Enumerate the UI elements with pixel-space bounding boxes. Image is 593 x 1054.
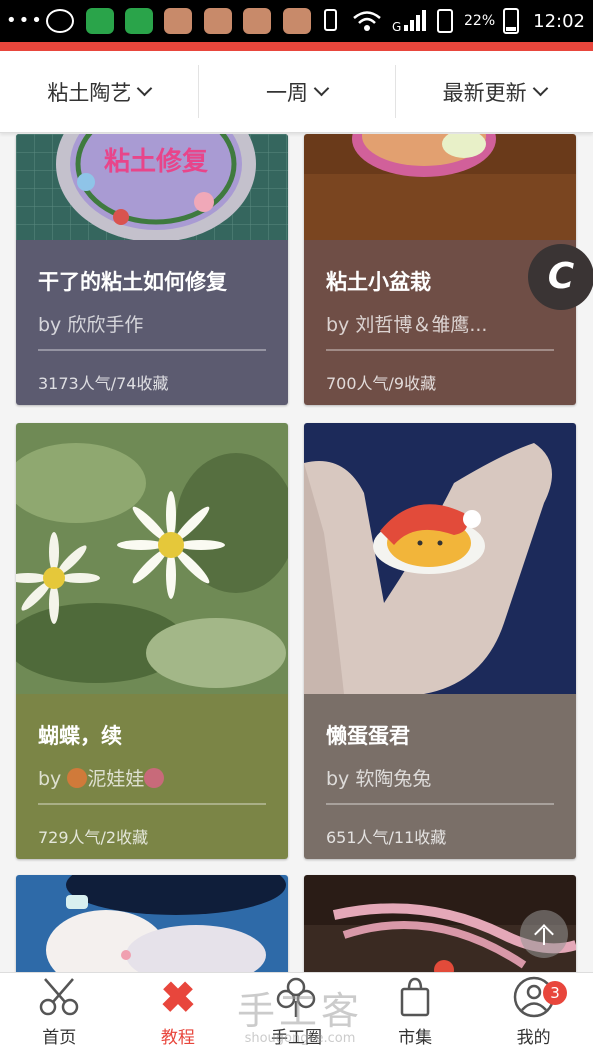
sim-card-icon — [437, 9, 453, 33]
clock: 12:02 — [533, 10, 585, 32]
battery-icon — [503, 8, 520, 34]
tab-label: 手工圈 — [270, 1028, 322, 1048]
tutorial-thumbnail — [16, 875, 288, 972]
flower — [117, 491, 225, 599]
tab-label: 我的 — [516, 1028, 551, 1048]
tutorial-thumbnail — [16, 423, 288, 694]
more-dots-icon: ••• — [6, 10, 44, 31]
wifi-icon — [353, 11, 381, 31]
card-info: 干了的粘土如何修复 by 欣欣手作 3173人气/74收藏 — [16, 240, 288, 405]
tutorial-thumbnail: 粘土修复 — [16, 134, 288, 240]
chevron-down-icon — [313, 80, 330, 97]
tab-market[interactable]: 市集 — [356, 973, 475, 1054]
card-title: 懒蛋蛋君 — [326, 724, 410, 748]
card-info: 懒蛋蛋君 by 软陶兔兔 651人气/11收藏 — [304, 694, 576, 859]
notification-app-icon — [164, 8, 192, 34]
tutorial-card[interactable]: 蝴蝶，续 by 泥娃娃 729人气/2收藏 — [16, 423, 288, 859]
sort-filter-label: 最新更新 — [442, 80, 527, 105]
bottom-tab-bar: 首页 教程 手工圈 市集 我的 3 — [0, 972, 593, 1054]
phone-vibrate-icon — [324, 9, 337, 31]
card-author[interactable]: by 泥娃娃 — [38, 764, 165, 791]
notification-badge: 3 — [542, 981, 567, 1005]
notification-app-icon — [86, 8, 114, 34]
tutorial-card[interactable] — [16, 875, 288, 972]
card-author[interactable]: by 软陶兔兔 — [326, 764, 431, 791]
card-author[interactable]: by 欣欣手作 — [38, 310, 143, 337]
flower-icon — [274, 975, 318, 1019]
notification-app-icon — [204, 8, 232, 34]
chevron-down-icon — [137, 80, 153, 97]
card-info: 蝴蝶，续 by 泥娃娃 729人气/2收藏 — [16, 694, 288, 859]
divider — [326, 349, 554, 351]
card-title: 粘土小盆栽 — [326, 270, 431, 294]
card-title: 蝴蝶，续 — [38, 724, 122, 748]
sort-filter[interactable]: 最新更新 — [395, 51, 593, 132]
tutorial-thumbnail — [304, 134, 576, 240]
notification-app-icon — [283, 8, 311, 34]
card-stats: 700人气/9收藏 — [326, 374, 437, 393]
tab-label: 首页 — [42, 1028, 77, 1048]
weibo-icon — [46, 9, 74, 33]
notification-app-icon — [125, 8, 153, 34]
time-range-filter-label: 一周 — [266, 80, 308, 105]
notification-app-icon — [243, 8, 271, 34]
tab-tutorials[interactable]: 教程 — [119, 973, 238, 1054]
accent-bar — [0, 42, 593, 51]
status-bar: ••• G 22% 12:02 — [0, 0, 593, 42]
chevron-down-icon — [532, 80, 548, 97]
filter-bar: 粘土陶艺 一周 最新更新 — [0, 51, 593, 133]
floating-action-button[interactable]: C — [528, 244, 593, 310]
tutorial-thumbnail — [304, 423, 576, 694]
category-filter[interactable]: 粘土陶艺 — [0, 51, 198, 132]
tab-label: 教程 — [160, 1028, 195, 1048]
tab-home[interactable]: 首页 — [0, 973, 119, 1054]
card-stats: 651人气/11收藏 — [326, 828, 447, 847]
back-to-top-icon[interactable] — [520, 910, 568, 958]
tutorial-feed[interactable]: 粘土修复 干了的粘土如何修复 by 欣欣手作 3173人气/74收藏 粘土小盆栽… — [0, 134, 593, 972]
tutorial-card[interactable]: 懒蛋蛋君 by 软陶兔兔 651人气/11收藏 — [304, 423, 576, 859]
tab-label: 市集 — [398, 1028, 433, 1048]
signal-icon: G — [392, 10, 426, 33]
battery-percentage: 22% — [464, 13, 496, 29]
time-range-filter[interactable]: 一周 — [197, 51, 396, 132]
rose-emoji-icon — [67, 768, 88, 788]
svg-text:G: G — [392, 20, 401, 33]
divider — [326, 803, 554, 805]
pencil-ruler-icon — [156, 975, 200, 1019]
shopping-bag-icon — [393, 975, 437, 1019]
card-stats: 729人气/2收藏 — [38, 828, 149, 847]
tab-craft-circle[interactable]: 手工圈 — [237, 973, 356, 1054]
divider — [38, 349, 266, 351]
tab-me[interactable]: 我的 3 — [474, 973, 593, 1054]
thumbnail-text: 粘土修复 — [104, 146, 209, 177]
scissors-icon — [37, 975, 81, 1019]
heart-emoji-icon — [144, 768, 165, 788]
category-filter-label: 粘土陶艺 — [47, 80, 132, 105]
card-title: 干了的粘土如何修复 — [38, 270, 227, 294]
tutorial-card[interactable]: 粘土修复 干了的粘土如何修复 by 欣欣手作 3173人气/74收藏 — [16, 134, 288, 405]
divider — [38, 803, 266, 805]
card-stats: 3173人气/74收藏 — [38, 374, 169, 393]
card-author[interactable]: by 刘哲博＆雏鹰... — [326, 310, 487, 337]
